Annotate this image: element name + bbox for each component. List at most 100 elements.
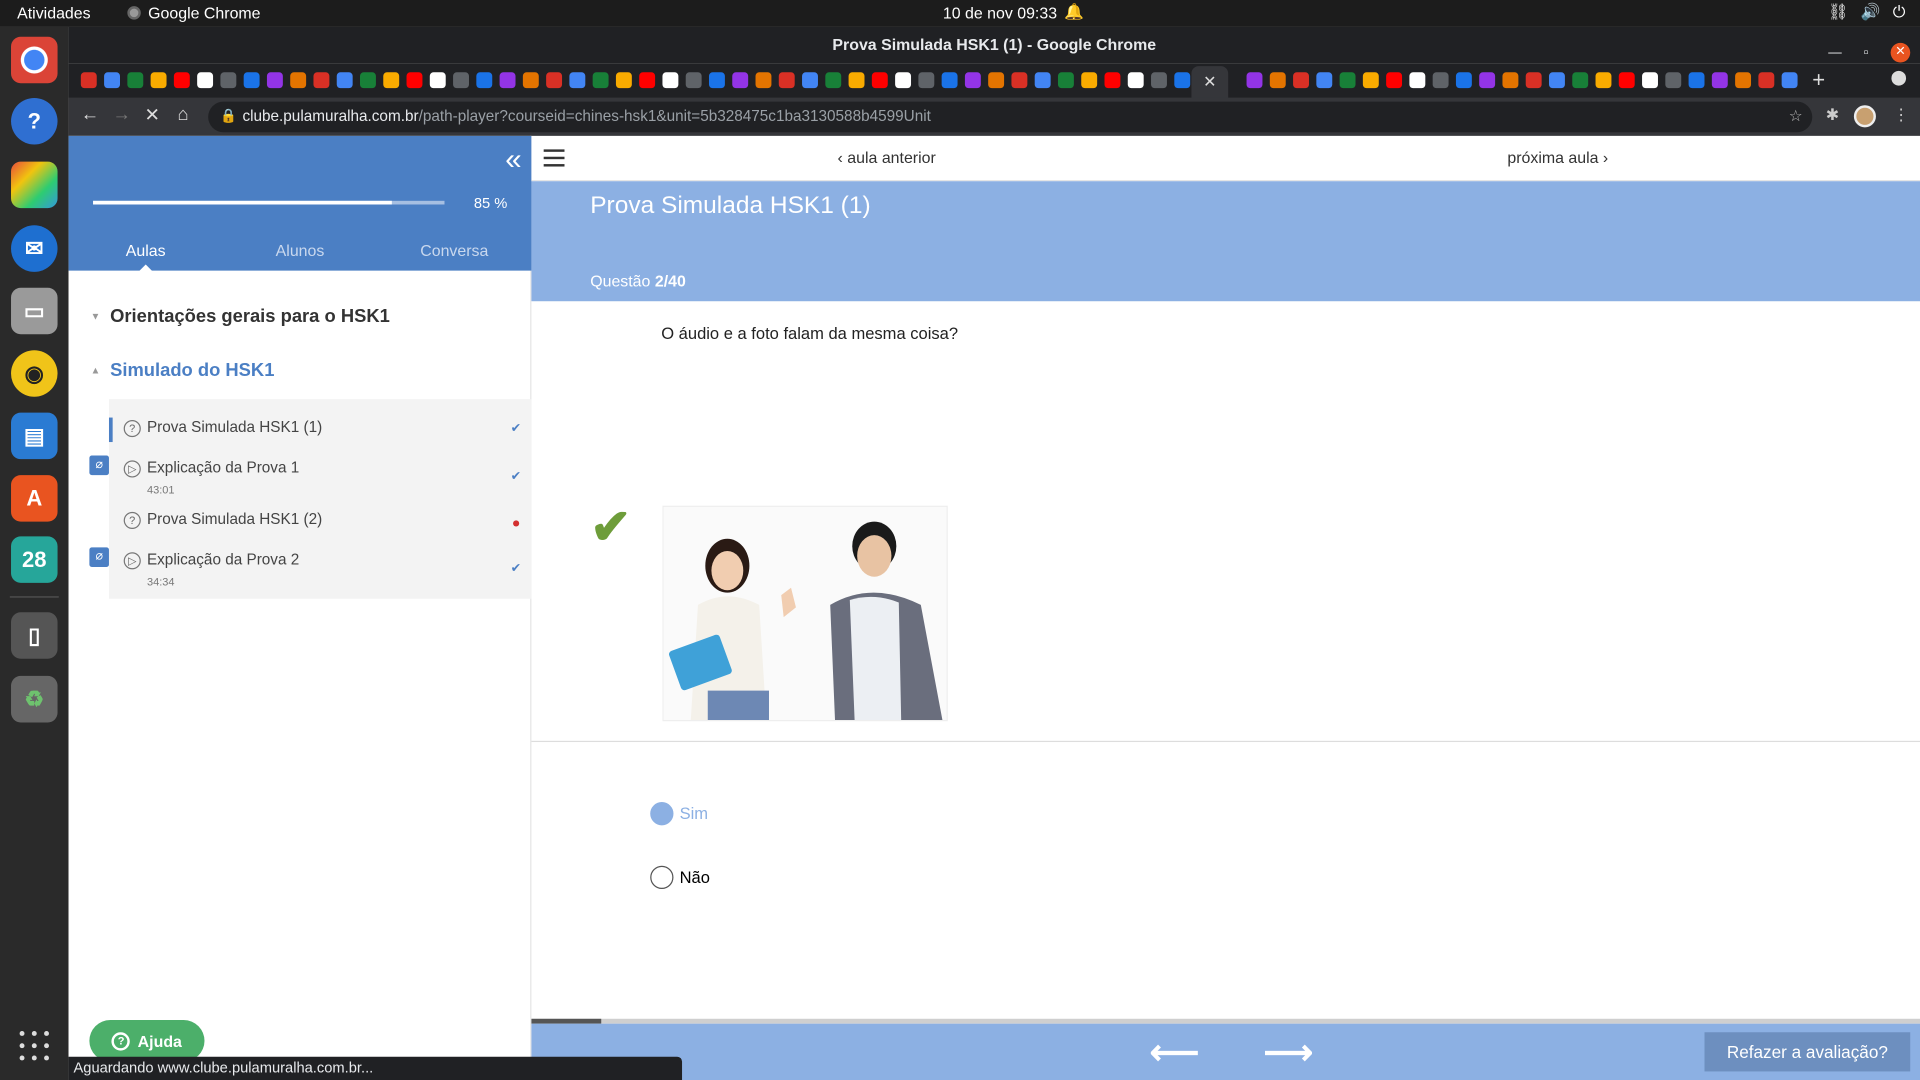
tab-favicon-icon[interactable] [383, 72, 400, 89]
forward-icon[interactable]: → [113, 104, 131, 125]
files-icon[interactable]: ▭ [11, 287, 58, 335]
tab-favicon-icon[interactable] [755, 72, 772, 89]
lesson-item[interactable]: ▷ Explicação da Prova 1 43:01 ✔ [109, 456, 531, 505]
calendar-icon[interactable]: 28 [11, 536, 58, 583]
tab-favicon-icon[interactable] [429, 72, 446, 89]
tab-favicon-icon[interactable] [1618, 72, 1635, 89]
tab-favicon-icon[interactable] [1174, 72, 1191, 89]
help-button[interactable]: ? Ajuda [89, 1020, 205, 1062]
tab-favicon-icon[interactable] [1339, 72, 1356, 89]
chrome-icon[interactable] [11, 36, 58, 84]
address-bar[interactable]: 🔒 clube.pulamuralha.com.br/path-player?c… [208, 101, 1813, 133]
close-icon[interactable]: ✕ [1890, 42, 1911, 63]
tab-favicon-icon[interactable] [1758, 72, 1775, 89]
tab-favicon-icon[interactable] [615, 72, 632, 89]
tab-favicon-icon[interactable] [825, 72, 842, 89]
tab-favicon-icon[interactable] [243, 72, 260, 89]
tab-favicon-icon[interactable] [848, 72, 865, 89]
tab-favicon-icon[interactable] [708, 72, 725, 89]
tab-favicon-icon[interactable] [1525, 72, 1542, 89]
home-icon[interactable]: ⌂ [178, 104, 189, 125]
software-center-icon[interactable]: A [11, 475, 58, 522]
radio-button[interactable] [650, 865, 674, 889]
tab-favicon-icon[interactable] [941, 72, 958, 89]
tab-favicon-icon[interactable] [778, 72, 795, 89]
tab-favicon-icon[interactable] [336, 72, 353, 89]
tab-favicon-icon[interactable] [406, 72, 423, 89]
bookmark-star-icon[interactable]: ☆ [1789, 102, 1803, 133]
tab-favicon-icon[interactable] [871, 72, 888, 89]
trash-icon[interactable]: ♻ [11, 675, 58, 723]
writer-icon[interactable]: ▤ [11, 412, 58, 460]
tab-favicon-icon[interactable] [895, 72, 912, 89]
tab-favicon-icon[interactable] [1455, 72, 1472, 89]
tab-favicon-icon[interactable] [1572, 72, 1589, 89]
tab-favicon-icon[interactable] [1665, 72, 1682, 89]
tab-conversa[interactable]: Conversa [377, 241, 531, 270]
tab-favicon-icon[interactable] [499, 72, 516, 89]
tab-favicon-icon[interactable] [522, 72, 539, 89]
tab-favicon-icon[interactable] [1642, 72, 1658, 89]
tab-favicon-icon[interactable] [1479, 72, 1496, 89]
tab-favicon-icon[interactable] [220, 72, 237, 89]
tab-favicon-icon[interactable] [1151, 72, 1167, 89]
menu-icon[interactable]: ⋮ [1893, 105, 1909, 125]
previous-lesson-link[interactable]: ‹ aula anterior [838, 148, 936, 166]
lesson-item[interactable]: ▷ Explicação da Prova 2 34:34 ✔ [109, 547, 531, 596]
active-tab-close-icon[interactable]: ✕ [1191, 66, 1229, 98]
tab-favicon-icon[interactable] [1548, 72, 1565, 89]
tab-favicon-icon[interactable] [150, 72, 167, 89]
tab-favicon-icon[interactable] [802, 72, 818, 89]
avatar[interactable] [1853, 105, 1876, 128]
attachment-icon[interactable]: ⌀ [89, 455, 109, 476]
tab-favicon-icon[interactable] [1081, 72, 1098, 89]
tab-favicon-icon[interactable] [1409, 72, 1426, 89]
tab-favicon-icon[interactable] [592, 72, 609, 89]
tab-favicon-icon[interactable] [1057, 72, 1074, 89]
clock[interactable]: 10 de nov 09:33 [943, 4, 1057, 22]
tab-favicon-icon[interactable] [127, 72, 144, 89]
tab-favicon-icon[interactable] [1595, 72, 1612, 89]
tab-favicon-icon[interactable] [476, 72, 493, 89]
tab-favicon-icon[interactable] [1735, 72, 1752, 89]
next-lesson-link[interactable]: próxima aula › [1507, 148, 1608, 166]
tab-favicon-icon[interactable] [1711, 72, 1728, 89]
tab-favicon-icon[interactable] [1781, 72, 1798, 89]
collapse-sidebar-icon[interactable]: « [505, 143, 521, 177]
tab-favicon-icon[interactable] [360, 72, 376, 89]
rhythmbox-icon[interactable]: ◉ [11, 350, 58, 397]
tab-favicon-icon[interactable] [1688, 72, 1705, 89]
tab-favicon-icon[interactable] [1034, 72, 1051, 89]
next-question-arrow-icon[interactable]: ⟶ [1264, 1032, 1313, 1072]
retry-button[interactable]: Refazer a avaliação? [1704, 1032, 1911, 1072]
system-tray[interactable]: ⛓ 🔊 ⏻ [1828, 2, 1905, 22]
tab-favicon-icon[interactable] [639, 72, 656, 89]
tab-alunos[interactable]: Alunos [223, 241, 377, 270]
tab-favicon-icon[interactable] [290, 72, 307, 89]
app-menu[interactable]: Google Chrome [127, 4, 261, 22]
tab-favicon-icon[interactable] [453, 72, 469, 89]
tab-favicon-icon[interactable] [1293, 72, 1309, 89]
tab-favicon-icon[interactable] [313, 72, 330, 89]
back-icon[interactable]: ← [81, 104, 99, 125]
extensions-icon[interactable]: ✱ [1826, 105, 1839, 125]
answer-option-nao[interactable]: Não [650, 865, 710, 889]
previous-question-arrow-icon[interactable]: ⟵ [1150, 1032, 1199, 1072]
tab-aulas[interactable]: Aulas [69, 241, 223, 272]
tab-favicon-icon[interactable] [988, 72, 1005, 89]
hamburger-menu-icon[interactable] [543, 149, 565, 167]
tab-favicon-icon[interactable] [1104, 72, 1121, 89]
show-apps-icon[interactable] [19, 1031, 49, 1061]
tab-favicon-icon[interactable] [685, 72, 702, 89]
tab-search-icon[interactable]: ⬤ [1891, 69, 1907, 86]
tab-favicon-icon[interactable] [1246, 72, 1263, 89]
module-simulado[interactable]: ▲ Simulado do HSK1 [91, 360, 275, 381]
tab-favicon-icon[interactable] [1127, 72, 1144, 89]
cube-app-icon[interactable] [11, 161, 58, 209]
answer-option-sim[interactable]: Sim [650, 802, 708, 826]
thunderbird-icon[interactable]: ✉ [11, 225, 58, 272]
activities-button[interactable]: Atividades [17, 4, 90, 22]
tab-favicon-icon[interactable] [662, 72, 679, 89]
tab-favicon-icon[interactable] [80, 72, 97, 89]
device-icon[interactable]: ▯ [11, 612, 58, 659]
